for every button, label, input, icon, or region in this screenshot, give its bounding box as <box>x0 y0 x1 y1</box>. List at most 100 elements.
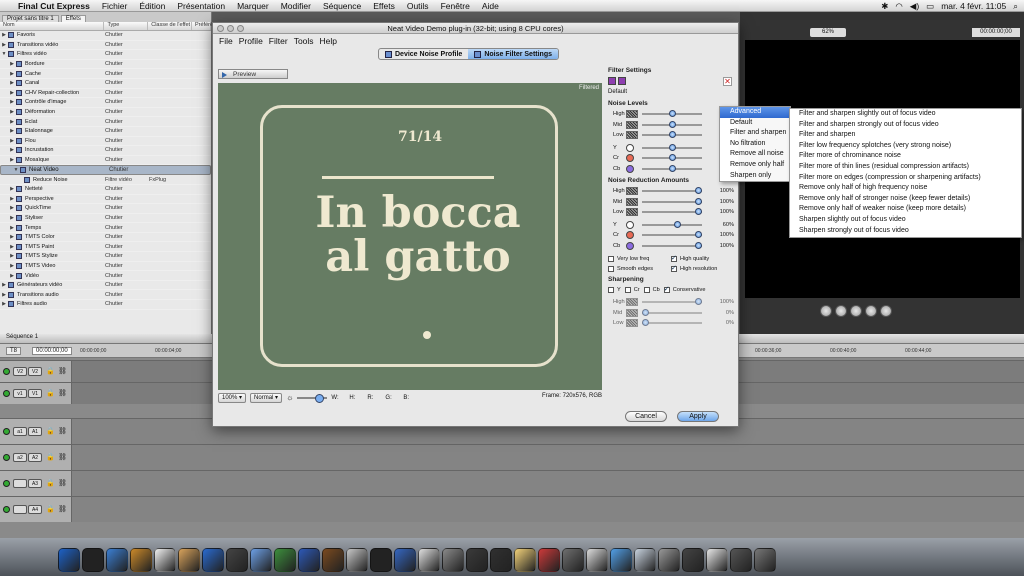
col-favorites[interactable]: Préférés <box>192 22 216 30</box>
checkbox-option[interactable]: Conservative <box>663 285 705 295</box>
dest-track-button[interactable]: V1 <box>28 389 42 398</box>
slider-track[interactable] <box>642 164 702 172</box>
slider-knob[interactable] <box>695 187 702 195</box>
browser-row[interactable]: ▼ Filtres vidéo Chutier <box>0 50 211 60</box>
preset-submenu-item[interactable]: Filter and sharpen strongly out of focus… <box>790 120 1021 131</box>
browser-row[interactable]: ▶ QuickTime Chutier <box>0 204 211 214</box>
disclosure-closed-icon[interactable]: ▶ <box>8 215 16 221</box>
disclosure-closed-icon[interactable]: ▶ <box>0 282 8 288</box>
dest-track-button[interactable]: A3 <box>28 479 42 488</box>
track-height-label[interactable]: T8 <box>6 347 22 355</box>
audio-track[interactable]: A4 🔒 ⛓ <box>0 496 1024 522</box>
preset-menu-item[interactable]: Remove only half <box>720 160 790 171</box>
slider-track[interactable] <box>642 231 702 239</box>
canvas-timecode[interactable]: 00:00:00;00 <box>972 28 1020 37</box>
disclosure-closed-icon[interactable]: ▶ <box>8 263 16 269</box>
dest-track-button[interactable]: V2 <box>28 367 42 376</box>
slider-knob[interactable] <box>695 298 702 306</box>
disclosure-closed-icon[interactable]: ▶ <box>0 292 8 298</box>
audio-track[interactable]: a2 A2 🔒 ⛓ <box>0 444 1024 470</box>
checkbox[interactable] <box>663 285 670 293</box>
preset-submenu-item[interactable]: Filter and sharpen slightly out of focus… <box>790 109 1021 120</box>
canvas-zoom[interactable]: 62% <box>810 28 846 37</box>
dock-app-icon[interactable] <box>538 548 560 572</box>
browser-row[interactable]: ▶ Contrôle d'image Chutier <box>0 98 211 108</box>
disclosure-closed-icon[interactable]: ▶ <box>8 196 16 202</box>
checkbox[interactable] <box>624 287 631 293</box>
lock-track-icon[interactable]: 🔒 <box>46 427 55 435</box>
dock-app-icon[interactable] <box>130 548 152 572</box>
disclosure-closed-icon[interactable]: ▶ <box>8 119 16 125</box>
dock-app-icon[interactable] <box>634 548 656 572</box>
disclosure-closed-icon[interactable]: ▶ <box>8 138 16 144</box>
minimize-window-icon[interactable] <box>227 25 234 32</box>
menu-marquer[interactable]: Marquer <box>237 1 269 11</box>
menu-fichier[interactable]: Fichier <box>102 1 128 11</box>
menu-file[interactable]: File <box>219 36 233 46</box>
dock-app-icon[interactable] <box>466 548 488 572</box>
dock-app-icon[interactable] <box>562 548 584 572</box>
auto-select-icon[interactable]: ⛓ <box>58 453 67 461</box>
bluetooth-icon[interactable]: ✱ <box>881 1 888 12</box>
slider-track[interactable] <box>642 319 702 327</box>
browser-row[interactable]: ▶ Temps Chutier <box>0 223 211 233</box>
dock-app-icon[interactable] <box>274 548 296 572</box>
browser-row[interactable]: ▶ Styliser Chutier <box>0 214 211 224</box>
menu-presentation[interactable]: Présentation <box>177 1 225 11</box>
close-window-icon[interactable] <box>217 25 224 32</box>
checkbox-option[interactable]: Very low freq <box>608 254 671 264</box>
battery-icon[interactable]: ▭ <box>926 1 934 12</box>
browser-row[interactable]: ▶ CHV Repair-collection Chutier <box>0 89 211 99</box>
slider-knob[interactable] <box>668 110 676 118</box>
disclosure-closed-icon[interactable]: ▶ <box>8 61 16 67</box>
slider-track[interactable] <box>642 298 702 306</box>
checkbox-option[interactable]: High quality <box>671 254 734 264</box>
slider-track[interactable] <box>642 220 702 228</box>
browser-row[interactable]: ▶ TMTS Stylize Chutier <box>0 252 211 262</box>
disclosure-closed-icon[interactable]: ▶ <box>8 147 16 153</box>
menu-tools[interactable]: Tools <box>294 36 314 46</box>
dock-app-icon[interactable] <box>202 548 224 572</box>
checkbox-option[interactable]: Cb <box>643 285 660 295</box>
preset-menu-item[interactable]: Advanced <box>720 107 790 118</box>
menubar-clock[interactable]: mar. 4 févr. 11:05 <box>941 1 1006 11</box>
dock-app-icon[interactable] <box>610 548 632 572</box>
slider-knob[interactable] <box>695 197 702 205</box>
source-track-button[interactable] <box>13 479 27 488</box>
disclosure-closed-icon[interactable]: ▶ <box>8 253 16 259</box>
source-track-button[interactable] <box>13 505 27 514</box>
preset-submenu-item[interactable]: Sharpen slightly out of focus video <box>790 215 1021 226</box>
checkbox-option[interactable]: High resolution <box>671 264 734 274</box>
tab-device-noise-profile[interactable]: Device Noise Profile <box>379 49 468 59</box>
auto-select-icon[interactable]: ⛓ <box>58 427 67 435</box>
dock-app-icon[interactable] <box>154 548 176 572</box>
browser-row[interactable]: ▶ Canal Chutier <box>0 79 211 89</box>
col-class[interactable]: Classe de l'effet <box>148 22 192 30</box>
browser-row[interactable]: ▶ Perspective Chutier <box>0 195 211 205</box>
checkbox[interactable] <box>671 254 677 262</box>
prev-edit-button[interactable] <box>820 305 832 317</box>
checkbox-option[interactable]: Y <box>608 285 621 295</box>
menu-profile[interactable]: Profile <box>239 36 263 46</box>
play-around-button[interactable] <box>865 305 877 317</box>
browser-row[interactable]: ▶ Filtres audio Chutier <box>0 300 211 310</box>
preset-submenu-item[interactable]: Remove only half of weaker noise (keep m… <box>790 204 1021 215</box>
menu-fenetre[interactable]: Fenêtre <box>441 1 470 11</box>
disclosure-closed-icon[interactable]: ▶ <box>8 90 16 96</box>
auto-select-icon[interactable]: ⛓ <box>58 367 67 375</box>
browser-row[interactable]: ▶ Vidéo Chutier <box>0 271 211 281</box>
dock-app-icon[interactable] <box>226 548 248 572</box>
lock-track-icon[interactable]: 🔒 <box>46 389 55 397</box>
browser-row[interactable]: ▶ Favoris Chutier <box>0 31 211 41</box>
disclosure-closed-icon[interactable]: ▶ <box>8 205 16 211</box>
lock-track-icon[interactable]: 🔒 <box>46 367 55 375</box>
preset-menu-item[interactable]: No filtration <box>720 139 790 150</box>
browser-row[interactable]: ▶ Générateurs vidéo Chutier <box>0 281 211 291</box>
disclosure-closed-icon[interactable]: ▶ <box>8 273 16 279</box>
browser-row[interactable]: ▶ TMTS Color Chutier <box>0 233 211 243</box>
disclosure-closed-icon[interactable]: ▶ <box>8 80 16 86</box>
browser-row[interactable]: ▶ Éclat Chutier <box>0 117 211 127</box>
preview-frame[interactable]: Filtered 71/14 In bocca al gatto <box>218 83 602 390</box>
browser-row[interactable]: ▶ Flou Chutier <box>0 137 211 147</box>
preset-submenu-item[interactable]: Sharpen strongly out of focus video <box>790 226 1021 237</box>
